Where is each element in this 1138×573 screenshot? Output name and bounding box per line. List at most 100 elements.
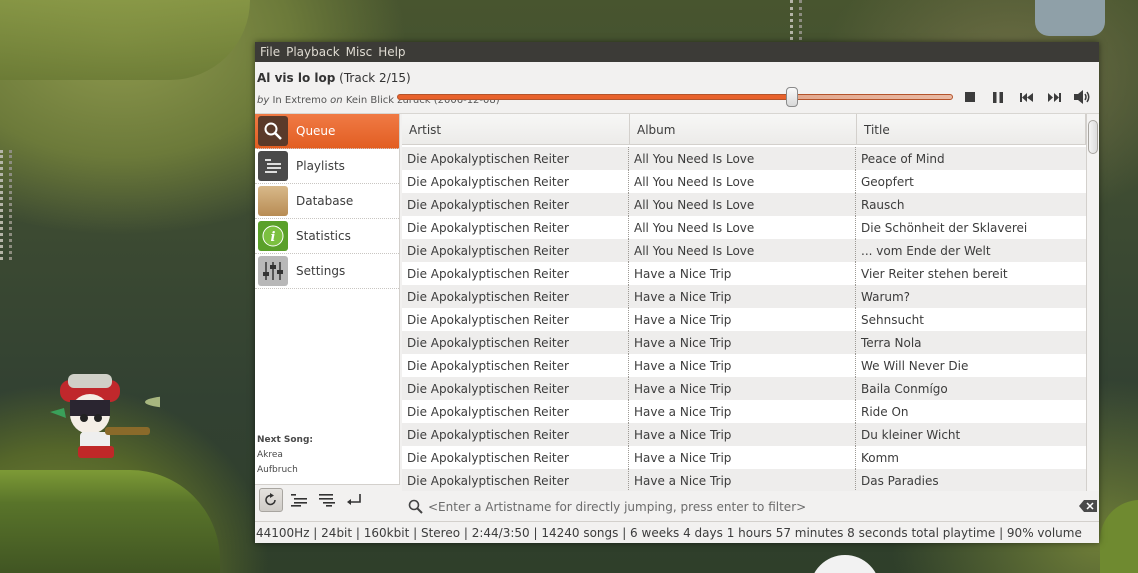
sidebar-item-queue[interactable]: Queue [255,114,399,149]
sliders-icon [258,256,288,286]
sidebar-item-label: Queue [296,124,336,138]
now-playing-title-line: Al vis lo lop (Track 2/15) [257,71,411,85]
table-row[interactable]: Die Apokalyptischen Reiter Have a Nice Tr… [402,377,1086,400]
search-icon [408,499,423,514]
column-header-artist[interactable]: Artist [402,114,630,145]
stop-button[interactable] [961,89,979,105]
menubar: File Playback Misc Help [255,42,1099,62]
cell-artist: Die Apokalyptischen Reiter [402,216,629,239]
cell-album: Have a Nice Trip [629,331,856,354]
cell-title: Die Schönheit der Sklaverei [861,220,1028,235]
menu-file[interactable]: File [257,45,283,59]
menu-help[interactable]: Help [375,45,408,59]
table-row[interactable]: Die Apokalyptischen Reiter Have a Nice Tr… [402,308,1086,331]
table-row[interactable]: Die Apokalyptischen Reiter Have a Nice Tr… [402,262,1086,285]
repeat-button[interactable] [259,487,283,512]
list-outdent-icon [319,493,335,507]
scrollbar-thumb[interactable] [1088,120,1098,154]
wallpaper-grass-top [0,0,250,80]
cell-album: Have a Nice Trip [629,262,856,285]
cell-artist: Die Apokalyptischen Reiter [402,170,629,193]
table-row[interactable]: Die Apokalyptischen Reiter All You Need I… [402,193,1086,216]
next-song-heading: Next Song: [257,435,313,445]
column-header-album[interactable]: Album [630,114,857,145]
cell-title: Du kleiner Wicht [861,427,961,442]
cell-artist: Die Apokalyptischen Reiter [402,469,629,491]
table-row[interactable]: Die Apokalyptischen Reiter Have a Nice Tr… [402,469,1086,491]
cell-title: We Will Never Die [861,358,969,373]
table-row[interactable]: Die Apokalyptischen Reiter All You Need I… [402,147,1086,170]
table-header: Artist Album Title [402,114,1099,145]
table-scrollbar[interactable] [1086,114,1099,491]
cell-title: Sehnsucht [861,312,924,327]
cell-album: All You Need Is Love [629,147,856,170]
wallpaper-grass-right [1100,500,1138,573]
cell-album: Have a Nice Trip [629,446,856,469]
menu-playback[interactable]: Playback [283,45,343,59]
cell-artist: Die Apokalyptischen Reiter [402,377,629,400]
table-row[interactable]: Die Apokalyptischen Reiter Have a Nice Tr… [402,446,1086,469]
previous-button[interactable] [1017,89,1035,105]
stop-icon [965,92,975,102]
consume-button[interactable] [315,488,339,512]
next-song-artist: Akrea [257,450,283,460]
cell-artist: Die Apokalyptischen Reiter [402,239,629,262]
table-row[interactable]: Die Apokalyptischen Reiter All You Need I… [402,170,1086,193]
cell-title: Ride On [861,404,909,419]
cell-artist: Die Apokalyptischen Reiter [402,446,629,469]
menu-misc[interactable]: Misc [343,45,376,59]
cell-artist: Die Apokalyptischen Reiter [402,400,629,423]
next-song-title: Aufbruch [257,465,298,475]
cell-artist: Die Apokalyptischen Reiter [402,285,629,308]
cell-album: Have a Nice Trip [629,308,856,331]
table-row[interactable]: Die Apokalyptischen Reiter All You Need I… [402,216,1086,239]
single-mode-button[interactable] [343,488,367,512]
volume-button[interactable] [1072,89,1094,105]
cell-artist: Die Apokalyptischen Reiter [402,423,629,446]
sidebar-item-label: Playlists [296,159,345,173]
table-row[interactable]: Die Apokalyptischen Reiter Have a Nice Tr… [402,423,1086,446]
cell-title: Geopfert [861,174,914,189]
table-row[interactable]: Die Apokalyptischen Reiter Have a Nice Tr… [402,354,1086,377]
cell-artist: Die Apokalyptischen Reiter [402,262,629,285]
sidebar-item-settings[interactable]: Settings [255,254,399,289]
info-icon: i [258,221,288,251]
cell-album: Have a Nice Trip [629,400,856,423]
list-indent-icon [291,493,307,507]
repeat-icon [265,492,276,505]
next-button[interactable] [1045,89,1063,105]
shuffle-list-button[interactable] [287,488,311,512]
seek-bar[interactable] [397,94,953,100]
seek-handle[interactable] [785,87,798,107]
table-row[interactable]: Die Apokalyptischen Reiter All You Need I… [402,239,1086,262]
cell-title: Warum? [861,289,911,304]
cell-title: ... vom Ende der Welt [861,243,991,258]
cell-artist: Die Apokalyptischen Reiter [402,308,629,331]
volume-icon [1074,90,1090,104]
queue-table: Artist Album Title Die Apokalyptischen R… [402,114,1099,491]
track-title: Al vis lo lop [257,71,336,85]
cell-album: All You Need Is Love [629,216,856,239]
folder-icon [258,186,288,216]
sidebar-item-label: Statistics [296,229,351,243]
wallpaper-chain [0,150,12,260]
cell-album: Have a Nice Trip [629,285,856,308]
cell-title: Rausch [861,197,905,212]
cell-album: Have a Nice Trip [629,423,856,446]
status-bar: 44100Hz | 24bit | 160kbit | Stereo | 2:4… [255,521,1099,543]
queue-toolbar [255,484,400,514]
column-header-title[interactable]: Title [857,114,1086,145]
clear-input-icon[interactable] [1079,500,1097,512]
wallpaper-character-sprite [50,374,160,458]
table-row[interactable]: Die Apokalyptischen Reiter Have a Nice Tr… [402,400,1086,423]
filter-input[interactable] [428,498,1068,516]
track-artist: In Extremo [272,95,327,106]
sidebar-item-playlists[interactable]: Playlists [255,149,399,184]
sidebar-item-database[interactable]: Database [255,184,399,219]
table-row[interactable]: Die Apokalyptischen Reiter Have a Nice Tr… [402,331,1086,354]
table-body: Die Apokalyptischen Reiter All You Need I… [402,147,1086,491]
wallpaper-chain [790,0,802,40]
pause-button[interactable] [989,89,1007,105]
table-row[interactable]: Die Apokalyptischen Reiter Have a Nice Tr… [402,285,1086,308]
sidebar-item-statistics[interactable]: i Statistics [255,219,399,254]
